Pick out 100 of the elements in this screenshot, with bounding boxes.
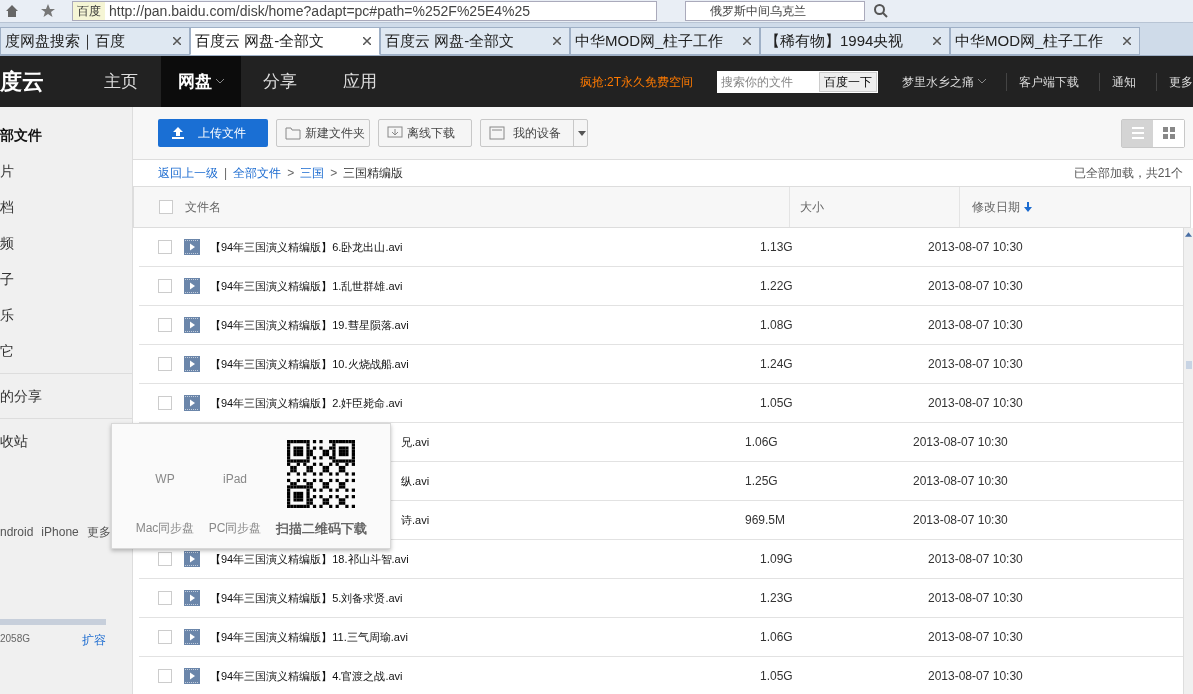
scrollbar[interactable] (1183, 228, 1193, 694)
devices-button[interactable]: 我的设备 (480, 119, 588, 147)
nav-tab[interactable]: 分享 (240, 56, 321, 107)
browser-tab[interactable]: 百度云 网盘-全部文 (190, 27, 380, 55)
platform-link[interactable]: iPad (200, 470, 270, 489)
star-icon[interactable] (40, 3, 56, 19)
close-icon[interactable] (363, 37, 371, 45)
file-date: 2013-08-07 10:30 (928, 668, 1023, 685)
video-file-icon (184, 395, 200, 411)
close-icon[interactable] (553, 37, 561, 45)
nav-link[interactable]: 客户端下载 (1006, 72, 1079, 91)
row-checkbox[interactable] (158, 279, 172, 293)
browser-tab[interactable]: 中华MOD网_柱子工作 (570, 27, 760, 55)
home-icon[interactable] (4, 3, 20, 19)
app-link[interactable]: 更多 (86, 523, 111, 541)
file-search-field[interactable]: 搜索你的文件 百度一下 (717, 70, 878, 93)
expand-link[interactable]: 扩容 (82, 631, 106, 649)
scrollbar-thumb[interactable] (1185, 361, 1192, 369)
sidebar-item[interactable]: 部文件 (0, 117, 132, 153)
sidebar-item[interactable]: 档 (0, 189, 132, 225)
platform-link[interactable]: PC同步盘 (200, 518, 270, 538)
row-checkbox[interactable] (158, 591, 172, 605)
nav-tab[interactable]: 网盘 (160, 56, 241, 107)
row-checkbox[interactable] (158, 396, 172, 410)
address-field[interactable]: 百度 http://pan.baidu.com/disk/home?adapt=pc#path=%252F%25E4%25 (72, 1, 657, 21)
platform-link[interactable]: Mac同步盘 (130, 518, 200, 538)
list-view-toggle[interactable] (1122, 119, 1153, 147)
breadcrumb-link[interactable]: 全部文件 (233, 164, 282, 182)
row-checkbox[interactable] (159, 200, 173, 214)
breadcrumb-link[interactable]: 返回上一级 (158, 164, 218, 182)
sidebar-item[interactable]: 它 (0, 333, 132, 369)
close-icon[interactable] (743, 37, 751, 45)
row-checkbox[interactable] (158, 630, 172, 644)
breadcrumb-separator: > (329, 165, 339, 182)
browser-tab[interactable]: 百度云 网盘-全部文 (380, 27, 570, 55)
user-menu[interactable]: 梦里水乡之痛 (902, 72, 986, 91)
file-name[interactable]: 【94年三国演义精编版】5.刘备求贤.avi (200, 589, 760, 607)
close-icon[interactable] (1123, 37, 1131, 45)
nav-tab[interactable]: 主页 (81, 56, 161, 107)
sidebar-item[interactable]: 的分享 (0, 374, 132, 418)
file-name[interactable]: 【94年三国演义精编版】1.乱世群雄.avi (200, 277, 760, 295)
file-name[interactable]: 【94年三国演义精编版】4.官渡之战.avi (200, 667, 760, 685)
web-search-field[interactable]: 俄罗斯中间乌克兰 (685, 1, 865, 21)
sidebar-item[interactable]: 片 (0, 153, 132, 189)
file-date: 2013-08-07 10:30 (928, 629, 1023, 646)
app-link[interactable]: iPhone (41, 523, 79, 541)
close-icon[interactable] (933, 37, 941, 45)
sidebar-item[interactable]: 频 (0, 225, 132, 261)
tab-title: 度网盘搜索｜百度 (5, 30, 126, 52)
browser-tab[interactable]: 【稀有物】1994央视 (760, 27, 950, 55)
app-link[interactable]: ndroid (0, 523, 34, 541)
caret-down-icon (978, 79, 986, 84)
browser-tab[interactable]: 度网盘搜索｜百度 (0, 27, 190, 55)
engine-label: 百度 (73, 2, 105, 20)
breadcrumb-link[interactable]: 三国 (300, 164, 325, 182)
promo-link[interactable]: 疯抢:2T永久免费空间 (579, 72, 694, 91)
row-checkbox[interactable] (158, 240, 172, 254)
scroll-up-arrow-icon[interactable] (1185, 232, 1192, 237)
nav-link[interactable]: 更多 (1156, 72, 1193, 91)
address-text: http://pan.baidu.com/disk/home?adapt=pc#path=%252F%25E4%25 (109, 2, 531, 20)
search-button[interactable]: 百度一下 (819, 71, 877, 92)
tab-title: 中华MOD网_柱子工作 (575, 30, 725, 51)
row-checkbox[interactable] (158, 552, 172, 566)
sidebar-item[interactable]: 乐 (0, 297, 132, 333)
file-name[interactable]: 【94年三国演义精编版】6.卧龙出山.avi (200, 238, 760, 256)
file-name[interactable]: 【94年三国演义精编版】19.彗星陨落.avi (200, 316, 760, 334)
grid-view-toggle[interactable] (1153, 119, 1184, 147)
row-checkbox[interactable] (158, 669, 172, 683)
tab-title: 中华MOD网_柱子工作 (955, 30, 1105, 51)
column-header[interactable]: 修改日期 (959, 187, 1190, 227)
video-file-icon (184, 668, 200, 684)
row-checkbox[interactable] (158, 318, 172, 332)
file-name[interactable]: 【94年三国演义精编版】11.三气周瑜.avi (200, 628, 760, 646)
toolbar-button[interactable]: 离线下载 (378, 119, 472, 147)
upload-button[interactable]: 上传文件 (158, 119, 268, 147)
file-date: 2013-08-07 10:30 (928, 590, 1023, 607)
tab-title: 百度云 网盘-全部文 (385, 30, 516, 51)
platform-link[interactable]: WP (130, 470, 200, 489)
file-size: 1.24G (760, 356, 794, 373)
browser-tab[interactable]: 中华MOD网_柱子工作 (950, 27, 1140, 55)
breadcrumb-current: 三国精编版 (343, 165, 404, 182)
file-name[interactable]: 【94年三国演义精编版】10.火烧战船.avi (200, 355, 760, 373)
search-icon[interactable] (873, 3, 889, 19)
quota-text: 2058G (0, 632, 31, 646)
caret-down-icon (215, 79, 224, 84)
search-text: 俄罗斯中间乌克兰 (709, 3, 806, 20)
nav-tab[interactable]: 应用 (320, 56, 400, 107)
toolbar-button[interactable]: 新建文件夹 (276, 119, 370, 147)
file-date: 2013-08-07 10:30 (928, 551, 1023, 568)
row-checkbox[interactable] (158, 357, 172, 371)
video-file-icon (184, 317, 200, 333)
column-header[interactable]: 大小 (789, 187, 959, 227)
device-icon (489, 125, 505, 141)
sidebar-item[interactable]: 子 (0, 261, 132, 297)
file-name[interactable]: 【94年三国演义精编版】18.祁山斗智.avi (200, 550, 760, 568)
nav-link[interactable]: 通知 (1099, 72, 1136, 91)
video-file-icon (184, 356, 200, 372)
close-icon[interactable] (173, 37, 181, 45)
column-header[interactable]: 文件名 (185, 198, 789, 216)
file-name[interactable]: 【94年三国演义精编版】2.奸臣毙命.avi (200, 394, 760, 412)
